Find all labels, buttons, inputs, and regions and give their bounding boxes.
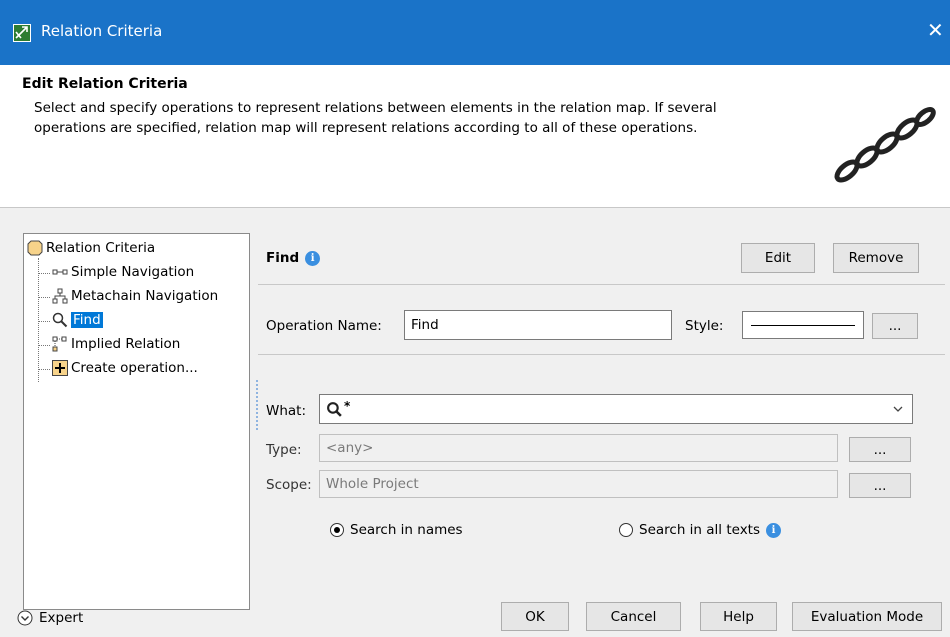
header-description-line-1: Select and specify operations to represe… xyxy=(34,100,717,116)
separator xyxy=(258,284,945,285)
style-line xyxy=(751,324,855,326)
tree-item-simple-navigation[interactable]: Simple Navigation xyxy=(52,264,194,280)
header-description: Select and specify operations to represe… xyxy=(34,98,774,138)
style-ellipsis-button[interactable]: ... xyxy=(872,313,918,339)
tree-item-label: Metachain Navigation xyxy=(71,288,219,304)
find-icon xyxy=(327,401,342,417)
operation-name-input[interactable]: Find xyxy=(404,310,672,340)
tree-connector xyxy=(38,273,50,274)
info-icon[interactable]: i xyxy=(766,522,782,538)
edit-button[interactable]: Edit xyxy=(741,243,815,273)
tree-item-label: Relation Criteria xyxy=(46,240,156,256)
help-button[interactable]: Help xyxy=(700,602,777,631)
panel-title-text: Find xyxy=(266,250,300,266)
scope-ellipsis-button[interactable]: ... xyxy=(849,473,911,498)
operation-name-label: Operation Name: xyxy=(266,318,382,334)
chain-icon xyxy=(834,107,936,183)
search-in-names-label: Search in names xyxy=(350,522,463,538)
relation-criteria-icon xyxy=(27,240,43,256)
chevron-down-icon xyxy=(893,406,903,412)
tree-item-label: Find xyxy=(71,312,103,328)
what-value-text: * xyxy=(344,399,351,413)
header-description-line-2: operations are specified, relation map w… xyxy=(34,120,698,136)
implied-relation-icon xyxy=(52,336,67,352)
title-bar: Relation Criteria ✕ xyxy=(0,0,950,65)
tree-item-metachain-navigation[interactable]: Metachain Navigation xyxy=(52,288,218,304)
search-in-all-texts-radio[interactable]: Search in all texts i xyxy=(619,522,782,538)
find-icon xyxy=(52,312,68,328)
window-title: Relation Criteria xyxy=(41,22,163,40)
expert-toggle[interactable]: Expert xyxy=(17,610,83,626)
ok-button[interactable]: OK xyxy=(501,602,569,631)
tree-item-create-operation[interactable]: Create operation... xyxy=(52,360,198,376)
search-in-all-texts-label: Search in all texts xyxy=(639,522,761,538)
remove-button[interactable]: Remove xyxy=(833,243,919,273)
metachain-navigation-icon xyxy=(52,288,68,304)
radio-indicator xyxy=(619,523,633,537)
tree-connector xyxy=(38,345,50,346)
style-preview[interactable] xyxy=(742,311,864,339)
add-icon xyxy=(52,360,68,376)
tree-connector xyxy=(38,297,50,298)
panel-title: Find i xyxy=(266,250,321,266)
expand-circle-icon xyxy=(17,610,33,626)
type-label: Type: xyxy=(266,442,302,458)
cancel-button[interactable]: Cancel xyxy=(586,602,681,631)
type-field: <any> xyxy=(319,434,838,462)
type-ellipsis-button[interactable]: ... xyxy=(849,437,911,462)
tree-connector xyxy=(38,369,50,370)
tree-connector xyxy=(38,258,39,382)
style-label: Style: xyxy=(685,318,724,334)
scope-label: Scope: xyxy=(266,477,312,493)
evaluation-mode-button[interactable]: Evaluation Mode xyxy=(792,602,942,631)
header-title: Edit Relation Criteria xyxy=(22,76,188,92)
tree-item-implied-relation[interactable]: Implied Relation xyxy=(52,336,180,352)
tree-item-label: Simple Navigation xyxy=(71,264,195,280)
what-label: What: xyxy=(266,403,307,419)
criteria-tree: Relation Criteria Simple Navigation Meta… xyxy=(23,233,250,610)
what-value: * xyxy=(326,399,351,418)
simple-navigation-icon xyxy=(52,269,68,275)
tree-root-relation-criteria[interactable]: Relation Criteria xyxy=(27,240,155,256)
tree-item-label: Implied Relation xyxy=(71,336,181,352)
splitter-handle[interactable] xyxy=(256,380,258,430)
what-dropdown[interactable]: * xyxy=(319,394,913,424)
tree-item-label: Create operation... xyxy=(71,360,198,376)
scope-field: Whole Project xyxy=(319,470,838,498)
search-in-names-radio[interactable]: Search in names xyxy=(330,522,463,538)
tree-item-find[interactable]: Find xyxy=(52,312,103,328)
close-icon[interactable]: ✕ xyxy=(927,18,944,42)
separator xyxy=(258,354,945,355)
app-icon xyxy=(13,24,31,42)
dialog-header: Edit Relation Criteria Select and specif… xyxy=(0,65,950,208)
tree-connector xyxy=(38,321,50,322)
info-icon[interactable]: i xyxy=(305,250,321,266)
expert-label: Expert xyxy=(39,610,84,626)
radio-indicator xyxy=(330,523,344,537)
